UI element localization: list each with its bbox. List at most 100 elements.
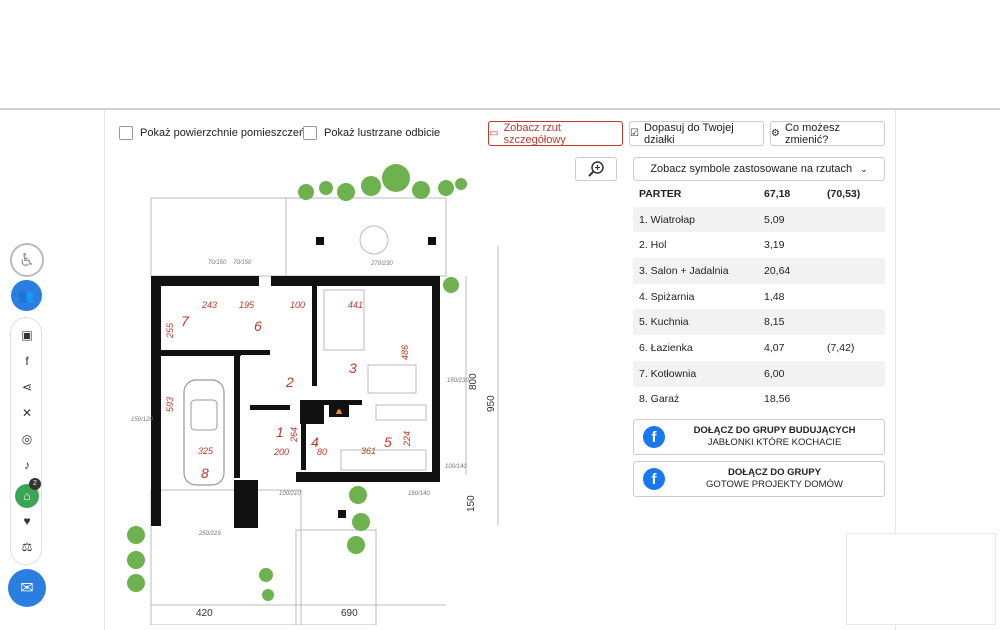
show-areas-checkbox[interactable]: Pokaż powierzchnie pomieszczeń	[119, 126, 305, 140]
table-row: 8. Garaż 18,56	[633, 387, 885, 413]
what-change-label: Co możesz zmienić?	[784, 121, 840, 146]
dim-label: 243	[201, 300, 217, 310]
room-name: 7. Kotłownia	[633, 360, 758, 387]
room-number: 6	[254, 318, 262, 334]
table-row: 1. Wiatrołap 5,09	[633, 206, 885, 233]
pillar	[428, 237, 436, 245]
room-number: 8	[201, 465, 209, 481]
messenger-icon: ✉	[20, 580, 34, 597]
room-number: 1	[276, 424, 284, 440]
what-change-button[interactable]: ⚙ Co możesz zmienić?	[770, 121, 885, 146]
sofa	[323, 289, 365, 351]
room-number: 3	[349, 360, 357, 376]
social-sidebar: ▣ f ⋖ ✕ ◎ ♪ ⌂ 2 ♥ ⚖	[10, 317, 42, 565]
floor-plan: 7 6 2 3 1 4 5 8 243 195 100 441 255 593 …	[127, 164, 499, 625]
fb-group-line1: DOŁĄCZ DO GRUPY BUDUJĄCYCH	[693, 425, 856, 436]
terrace-outline	[285, 197, 447, 277]
facebook-icon: f	[643, 468, 665, 490]
room-area: 6,00	[758, 360, 821, 387]
facebook-group-button-1[interactable]: f DOŁĄCZ DO GRUPY BUDUJĄCYCH JABŁONKI KT…	[633, 419, 885, 455]
dim-label: 593	[165, 397, 175, 412]
window-label: 150/230	[447, 378, 469, 384]
kitchen-counter	[340, 449, 427, 471]
room-name: 8. Garaż	[639, 393, 680, 406]
fb-group-line2: JABŁONKI KTÓRE KOCHACIE	[707, 437, 842, 448]
room-area: 20,64	[758, 258, 821, 284]
facebook-icon[interactable]: f	[11, 354, 43, 368]
room-area: 4,07	[764, 341, 785, 354]
room-area: 18,56	[764, 393, 791, 406]
messenger-button[interactable]: ✉	[8, 569, 46, 607]
checkbox-box[interactable]	[119, 126, 133, 140]
fit-plot-label: Dopasuj do Twojej działki	[643, 121, 734, 146]
accessibility-button[interactable]: ♿	[10, 243, 44, 277]
room-name: 3. Salon + Jadalnia	[633, 258, 758, 284]
facebook-icon: f	[643, 426, 665, 448]
table-header-row: PARTER 67,18 (70,53)	[633, 181, 885, 207]
room-extra	[821, 309, 885, 336]
dim-label: 195	[239, 300, 255, 310]
room-number: 5	[384, 434, 392, 450]
dining-table	[367, 364, 417, 394]
garden-table	[359, 225, 389, 255]
dim-label: 100	[290, 300, 305, 310]
bookmark-icon[interactable]: ▣	[11, 328, 43, 342]
dim-label: 255	[165, 322, 175, 339]
dim-label: 200	[273, 447, 289, 457]
window-label: 270/230	[370, 261, 393, 267]
window-label: 100/140	[445, 464, 467, 470]
room-name: 4. Spiżarnia	[639, 290, 695, 303]
accessibility-icon: ♿	[18, 249, 36, 270]
checkbox-pen-icon: ☑	[630, 128, 639, 139]
dim-label: 441	[348, 300, 363, 310]
dim-label: 264	[289, 427, 299, 443]
table-row: 6. Łazienka 4,07 (7,42)	[633, 335, 885, 361]
pillar	[338, 510, 346, 518]
community-button[interactable]: 👥	[11, 280, 42, 311]
dim-label: 224	[402, 431, 412, 447]
table-row: 7. Kotłownia 6,00	[633, 360, 885, 387]
dim-label: 486	[400, 345, 410, 360]
checkbox-box[interactable]	[303, 126, 317, 140]
fb-group-line1: DOŁĄCZ DO GRUPY	[728, 467, 821, 478]
pillar	[316, 237, 324, 245]
window-label: 160/140	[408, 491, 430, 497]
room-name: 6. Łazienka	[639, 341, 693, 354]
dim-label: 361	[361, 446, 376, 456]
window-label: 70/150	[208, 260, 227, 266]
room-number: 2	[285, 374, 294, 390]
window-label: 150/120	[131, 417, 153, 423]
mirror-checkbox[interactable]: Pokaż lustrzane odbicie	[303, 126, 440, 140]
room-extra	[821, 284, 885, 310]
window-label: 250/229	[198, 531, 221, 537]
dim-height-total: 950	[486, 395, 497, 412]
x-twitter-icon[interactable]: ✕	[11, 406, 43, 420]
gear-icon: ⚙	[771, 128, 780, 139]
instagram-icon[interactable]: ◎	[11, 432, 43, 446]
scales-icon[interactable]: ⚖	[11, 540, 43, 554]
corner-widget	[846, 533, 996, 625]
room-area: 3,19	[764, 239, 785, 252]
symbols-label: Zobacz symbole zastosowane na rzutach	[650, 163, 853, 175]
heart-icon[interactable]: ♥	[11, 514, 43, 528]
window-label: 70/150	[233, 260, 252, 266]
room-name: 2. Hol	[639, 239, 667, 252]
room-extra	[821, 206, 885, 233]
room-extra	[821, 360, 885, 387]
room-extra	[821, 258, 885, 284]
share-icon[interactable]: ⋖	[11, 380, 43, 394]
dim-height-bottom: 150	[466, 495, 477, 512]
tiktok-icon[interactable]: ♪	[11, 458, 43, 472]
fb-group-text: DOŁĄCZ DO GRUPY BUDUJĄCYCH JABŁONKI KTÓR…	[665, 425, 884, 449]
rooms-table: PARTER 67,18 (70,53) 1. Wiatrołap 5,09 2.…	[633, 181, 885, 412]
fb-group-line2: GOTOWE PROJEKTY DOMÓW	[706, 479, 843, 490]
room-name: 1. Wiatrołap	[633, 206, 758, 233]
room-extra	[821, 387, 885, 413]
chevron-down-icon: ⌄	[860, 163, 868, 174]
facebook-group-button-2[interactable]: f DOŁĄCZ DO GRUPY GOTOWE PROJEKTY DOMÓW	[633, 461, 885, 497]
room-name: 5. Kuchnia	[633, 309, 758, 336]
symbols-dropdown[interactable]: Zobacz symbole zastosowane na rzutach ⌄	[633, 157, 885, 181]
fb-group-text: DOŁĄCZ DO GRUPY GOTOWE PROJEKTY DOMÓW	[665, 467, 884, 491]
detailed-plan-button[interactable]: ▭ Zobacz rzut szczegółowy	[488, 121, 623, 146]
fit-plot-button[interactable]: ☑ Dopasuj do Twojej działki	[629, 121, 764, 146]
